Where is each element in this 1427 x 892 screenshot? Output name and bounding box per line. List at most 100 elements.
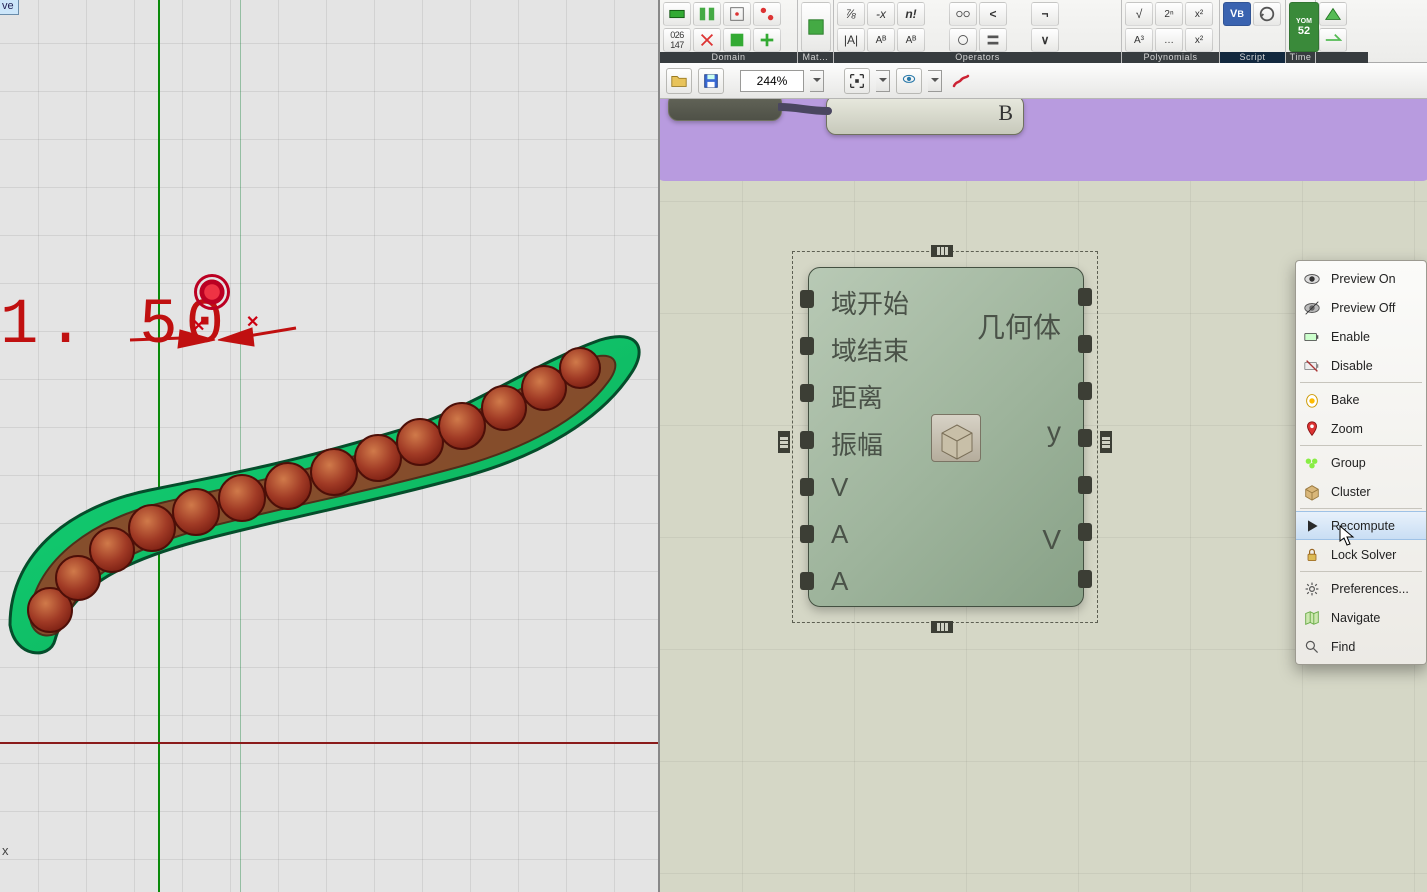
ribbon-component[interactable]: |A| <box>837 28 865 52</box>
input-grip[interactable] <box>800 431 814 449</box>
save-file-button[interactable] <box>698 68 724 94</box>
point-marker <box>194 274 230 310</box>
menu-item-find[interactable]: Find <box>1296 632 1426 661</box>
grasshopper-canvas[interactable]: B <box>660 99 1427 892</box>
menu-item-preview-off[interactable]: Preview Off <box>1296 293 1426 322</box>
ribbon-component[interactable]: x² <box>1185 2 1213 26</box>
ribbon-component[interactable]: 026147 <box>663 28 691 52</box>
menu-item-label: Navigate <box>1331 611 1380 625</box>
ribbon-component[interactable]: x² <box>1185 28 1213 52</box>
ribbon-component[interactable] <box>723 28 751 52</box>
ribbon-component[interactable]: Aᴮ <box>897 28 925 52</box>
battery-icon <box>1302 327 1322 347</box>
ribbon-component[interactable]: Aᴮ <box>867 28 895 52</box>
ribbon-component[interactable] <box>693 2 721 26</box>
menu-item-zoom[interactable]: Zoom <box>1296 414 1426 443</box>
input-grip[interactable] <box>800 384 814 402</box>
input-grip[interactable] <box>800 478 814 496</box>
output-grip[interactable] <box>1078 335 1092 353</box>
input-grip[interactable] <box>800 290 814 308</box>
ribbon-panel-trig <box>1316 0 1368 63</box>
menu-item-recompute[interactable]: Recompute <box>1296 511 1426 540</box>
cluster-input-label: A <box>831 519 848 550</box>
ribbon-component[interactable]: ∨ <box>1031 28 1059 52</box>
output-grip[interactable] <box>1078 523 1092 541</box>
ribbon-component[interactable] <box>801 2 831 52</box>
output-grip[interactable] <box>1078 570 1092 588</box>
ribbon-component[interactable] <box>1319 2 1347 26</box>
menu-item-cluster[interactable]: Cluster <box>1296 477 1426 506</box>
cluster-input-label: A <box>831 566 848 597</box>
selection-handle-right[interactable] <box>1100 431 1112 453</box>
menu-item-enable[interactable]: Enable <box>1296 322 1426 351</box>
zoom-level-display[interactable]: 244% <box>740 70 804 92</box>
ribbon-component[interactable]: … <box>1155 28 1183 52</box>
preview-toggle-button[interactable] <box>896 68 922 94</box>
ribbon-component[interactable]: < <box>979 2 1007 26</box>
rhino-viewport[interactable]: ve <box>0 0 660 892</box>
zoom-dropdown[interactable] <box>810 70 824 92</box>
menu-item-label: Preview Off <box>1331 301 1395 315</box>
ribbon-component[interactable]: ⅞ <box>837 2 865 26</box>
ribbon-component[interactable]: ¬ <box>1031 2 1059 26</box>
ribbon-component[interactable]: 2ⁿ <box>1155 2 1183 26</box>
menu-item-label: Enable <box>1331 330 1370 344</box>
menu-item-preview-on[interactable]: Preview On <box>1296 264 1426 293</box>
input-grip[interactable] <box>800 572 814 590</box>
play-icon <box>1302 516 1322 536</box>
ribbon-component-vb[interactable]: VB <box>1223 2 1251 26</box>
output-grip[interactable] <box>1078 429 1092 447</box>
selection-handle-top[interactable] <box>931 245 953 257</box>
ribbon-component[interactable]: A³ <box>1125 28 1153 52</box>
zoom-extents-button[interactable] <box>844 68 870 94</box>
ribbon-component[interactable] <box>723 2 751 26</box>
ribbon-component[interactable]: -x <box>867 2 895 26</box>
open-file-button[interactable] <box>666 68 692 94</box>
output-grip[interactable] <box>1078 476 1092 494</box>
input-grip[interactable] <box>800 525 814 543</box>
sketch-tool-button[interactable] <box>948 68 974 94</box>
pin-icon <box>1302 419 1322 439</box>
egg-icon <box>1302 390 1322 410</box>
preview-dropdown[interactable] <box>928 70 942 92</box>
canvas-component-b[interactable]: B <box>826 99 1024 135</box>
menu-item-bake[interactable]: Bake <box>1296 385 1426 414</box>
selection-handle-left[interactable] <box>778 431 790 453</box>
ribbon-component[interactable] <box>693 28 721 52</box>
output-grip[interactable] <box>1078 288 1092 306</box>
input-grip[interactable] <box>800 337 814 355</box>
ribbon-component[interactable]: √ <box>1125 2 1153 26</box>
cluster-component[interactable]: 域开始域结束距离振幅VAA 几何体yV <box>808 267 1084 607</box>
ribbon-component[interactable]: n! <box>897 2 925 26</box>
ribbon-component[interactable] <box>1253 2 1281 26</box>
menu-item-preferences[interactable]: Preferences... <box>1296 574 1426 603</box>
menu-item-group[interactable]: Group <box>1296 448 1426 477</box>
viewport-title-fragment[interactable]: ve <box>0 0 19 15</box>
menu-item-label: Lock Solver <box>1331 548 1396 562</box>
ribbon-component[interactable] <box>663 2 691 26</box>
menu-item-label: Cluster <box>1331 485 1371 499</box>
zoom-extents-dropdown[interactable] <box>876 70 890 92</box>
ribbon-component[interactable] <box>949 2 977 26</box>
battery-x-icon <box>1302 356 1322 376</box>
cluster-output-label: y <box>1047 416 1061 448</box>
grasshopper-window: 026147 Domain Mat… ⅞ -x n! < ¬ <box>660 0 1427 892</box>
menu-item-navigate[interactable]: Navigate <box>1296 603 1426 632</box>
ribbon-component[interactable] <box>753 28 781 52</box>
eye-on-icon <box>1302 269 1322 289</box>
ribbon-component[interactable] <box>949 28 977 52</box>
menu-item-lock-solver[interactable]: Lock Solver <box>1296 540 1426 569</box>
ribbon-calendar-icon[interactable]: YOM52 <box>1289 2 1319 52</box>
ribbon-component[interactable] <box>979 28 1007 52</box>
menu-item-label: Preview On <box>1331 272 1396 286</box>
menu-item-disable[interactable]: Disable <box>1296 351 1426 380</box>
canvas-component[interactable] <box>668 99 782 121</box>
menu-item-label: Preferences... <box>1331 582 1409 596</box>
menu-separator <box>1300 382 1422 383</box>
canvas-toolbar: 244% <box>660 63 1427 99</box>
ribbon-component[interactable] <box>753 2 781 26</box>
output-grip[interactable] <box>1078 382 1092 400</box>
menu-item-label: Group <box>1331 456 1366 470</box>
ribbon-component[interactable] <box>1319 28 1347 52</box>
selection-handle-bottom[interactable] <box>931 621 953 633</box>
